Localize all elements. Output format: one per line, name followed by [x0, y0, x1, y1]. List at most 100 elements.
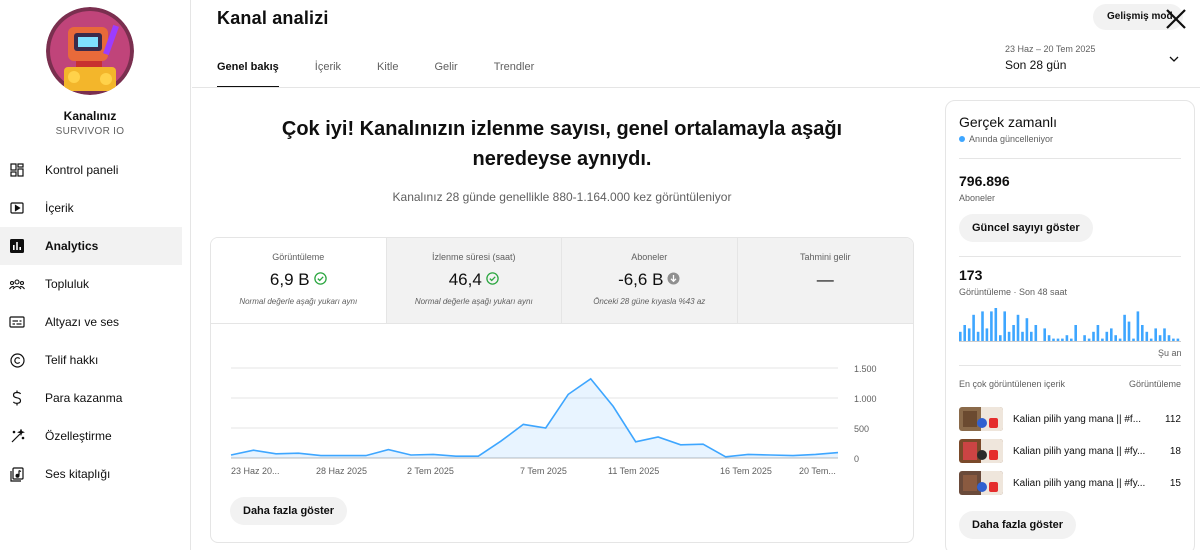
realtime-bar — [1034, 325, 1038, 342]
close-icon[interactable] — [1163, 6, 1189, 32]
sidebar-item-copyright[interactable]: Telif hakkı — [0, 341, 182, 379]
metric-title: Tahmini gelir — [799, 252, 851, 262]
video-title: Kalian pilih yang mana || #f... — [1013, 413, 1142, 425]
dollar-icon — [9, 390, 25, 406]
metric-watch-time[interactable]: İzlenme süresi (saat) 46,4 Normal değerl… — [386, 238, 562, 323]
tab-trends[interactable]: Trendler — [494, 52, 535, 88]
sidebar-item-monetization[interactable]: Para kazanma — [0, 379, 182, 417]
tab-overview[interactable]: Genel bakış — [217, 52, 279, 88]
realtime-bar — [1123, 314, 1126, 342]
metric-note: Normal değerle aşağı yukarı aynı — [414, 297, 533, 306]
realtime-bar — [994, 308, 998, 342]
realtime-bar — [985, 328, 989, 342]
video-views: 15 — [1169, 477, 1181, 489]
sidebar-item-label: Topluluk — [45, 277, 90, 291]
date-range[interactable]: 23 Haz – 20 Tem 2025 — [1005, 44, 1095, 54]
realtime-bar — [999, 335, 1002, 342]
realtime-bar — [1092, 331, 1095, 342]
channel-avatar[interactable] — [46, 7, 134, 95]
realtime-bar — [963, 325, 966, 342]
overview-card: Görüntüleme 6,9 B Normal değerle aşağı y… — [210, 237, 914, 543]
copyright-icon — [9, 352, 25, 368]
realtime-bar — [1007, 331, 1011, 342]
top-content-item[interactable]: Kalian pilih yang mana || #fy... 18 — [959, 438, 1181, 464]
realtime-bar — [1154, 328, 1157, 342]
metric-note: Önceki 28 güne kıyasla %43 az — [593, 297, 706, 306]
sidebar: Kanalınız SURVIVOR IO Kontrol paneli İçe… — [0, 0, 191, 550]
top-content-item[interactable]: Kalian pilih yang mana || #f... 112 — [959, 406, 1181, 432]
show-current-count-button[interactable]: Güncel sayıyı göster — [959, 214, 1093, 242]
show-more-realtime-button[interactable]: Daha fazla göster — [959, 511, 1077, 539]
divider — [959, 365, 1181, 366]
live-label: Anında güncelleniyor — [969, 134, 1054, 144]
metric-subscribers[interactable]: Aboneler -6,6 B Önceki 28 güne kıyasla %… — [562, 238, 738, 323]
realtime-bar — [1021, 331, 1024, 342]
top-content-label: En çok görüntülenen içerik — [959, 379, 1066, 389]
channel-name: Kanalınız — [63, 109, 117, 123]
realtime-bar — [1012, 325, 1015, 342]
x-tick-label: 28 Haz 2025 — [316, 466, 367, 476]
chevron-down-icon[interactable] — [1168, 52, 1180, 64]
divider — [959, 256, 1181, 257]
show-more-button[interactable]: Daha fazla göster — [230, 497, 348, 525]
sidebar-item-content[interactable]: İçerik — [0, 189, 182, 227]
sidebar-item-dashboard[interactable]: Kontrol paneli — [0, 151, 182, 189]
realtime-bar — [1096, 325, 1100, 342]
realtime-bar — [1114, 335, 1117, 342]
series-area — [231, 378, 838, 458]
views-chart[interactable]: 1.500 1.000 500 0 23 Haz 20... 28 Haz 2025 2 T… — [211, 328, 914, 478]
tab-bar: Genel bakış İçerik Kitle Gelir Trendler — [217, 52, 570, 88]
realtime-bar — [976, 331, 980, 342]
metric-value-row: -6,6 B — [562, 270, 737, 290]
community-icon — [9, 276, 25, 292]
realtime-bar — [1025, 318, 1029, 342]
sidebar-item-label: Para kazanma — [45, 391, 123, 405]
realtime-bar — [1110, 328, 1113, 342]
date-range-label[interactable]: Son 28 gün — [1005, 58, 1066, 72]
channel-subtitle: SURVIVOR IO — [55, 126, 125, 137]
headline-subtext: Kanalınız 28 günde genellikle 880-1.164.… — [392, 190, 732, 204]
x-tick-label: 16 Tem 2025 — [720, 466, 772, 476]
realtime-bar — [1158, 335, 1162, 342]
y-tick-label: 1.500 — [854, 364, 877, 374]
tab-content[interactable]: İçerik — [315, 52, 341, 88]
sidebar-item-label: Altyazı ve ses — [45, 315, 120, 329]
sidebar-item-customization[interactable]: Özelleştirme — [0, 417, 182, 455]
sidebar-item-label: Telif hakkı — [45, 353, 99, 367]
realtime-bar — [1016, 314, 1020, 342]
metric-value: -6,6 B — [618, 270, 664, 289]
realtime-bar — [990, 311, 993, 342]
sidebar-item-audio-library[interactable]: Ses kitaplığı — [0, 455, 182, 493]
metric-estimated-revenue[interactable]: Tahmini gelir — — [737, 238, 913, 323]
realtime-views-label: Görüntüleme · Son 48 saat — [959, 287, 1068, 297]
sidebar-item-analytics[interactable]: Analytics — [0, 227, 182, 265]
video-title: Kalian pilih yang mana || #fy... — [1013, 445, 1146, 457]
video-views: 112 — [1165, 413, 1181, 425]
video-thumbnail — [959, 407, 1003, 431]
x-tick-label: 11 Tem 2025 — [608, 466, 659, 476]
sidebar-item-community[interactable]: Topluluk — [0, 265, 182, 303]
top-content-item[interactable]: Kalian pilih yang mana || #fy... 15 — [959, 470, 1181, 496]
metric-value: 46,4 — [448, 270, 482, 289]
realtime-bar — [1105, 331, 1109, 342]
y-tick-label: 0 — [854, 454, 859, 464]
realtime-bar — [1047, 335, 1051, 342]
realtime-bar — [1030, 331, 1033, 342]
realtime-bar — [1127, 321, 1131, 342]
realtime-bar — [959, 331, 962, 342]
metric-title: Aboneler — [631, 252, 668, 262]
tab-revenue[interactable]: Gelir — [434, 52, 457, 88]
page-title: Kanal analizi — [217, 8, 329, 28]
x-tick-label: 2 Tem 2025 — [407, 466, 454, 476]
sidebar-item-subtitles[interactable]: Altyazı ve ses — [0, 303, 182, 341]
sidebar-item-label: Ses kitaplığı — [45, 467, 111, 481]
realtime-bar-chart[interactable] — [959, 306, 1181, 342]
now-label: Şu an — [1158, 348, 1182, 358]
metric-value: — — [816, 270, 834, 289]
realtime-bar — [1074, 325, 1077, 342]
metric-views[interactable]: Görüntüleme 6,9 B Normal değerle aşağı y… — [211, 238, 387, 323]
live-dot-icon — [959, 136, 965, 142]
tab-audience[interactable]: Kitle — [377, 52, 398, 88]
live-indicator: Anında güncelleniyor — [959, 134, 1053, 144]
sidebar-nav: Kontrol paneli İçerik Analytics Topluluk… — [0, 151, 182, 493]
